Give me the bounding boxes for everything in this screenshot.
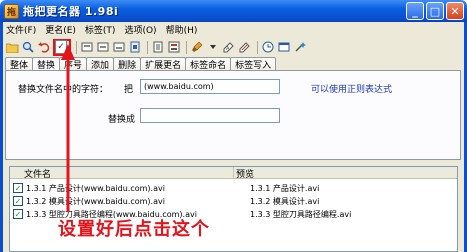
annotation-text: 设置好后点击这个 [58, 219, 210, 240]
